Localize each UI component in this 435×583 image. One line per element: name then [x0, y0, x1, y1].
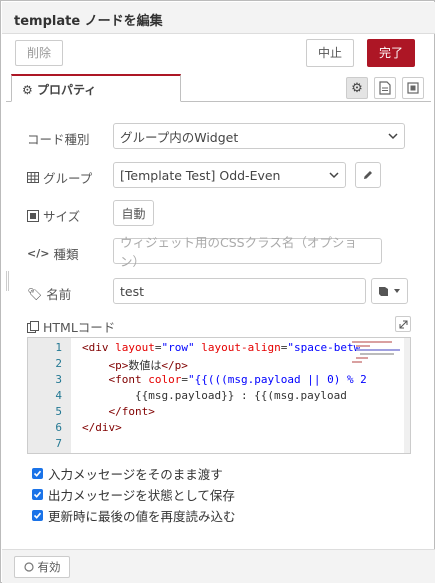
dialog-title: template ノードを編集: [14, 14, 163, 29]
delete-button[interactable]: 削除: [15, 40, 63, 66]
line-number: 3: [55, 373, 62, 386]
pencil-icon: [364, 171, 372, 179]
code-icon: </>: [27, 247, 50, 260]
editor-minimap[interactable]: [350, 338, 404, 453]
checkbox-checked[interactable]: [32, 489, 43, 500]
node-settings-tab-button[interactable]: ⚙: [346, 77, 368, 99]
line-number: 2: [55, 357, 62, 370]
edit-dialog: template ノードを編集 削除 中止 完了 ⚙ プロパティ ⚙ コード種別…: [0, 0, 435, 583]
dialog-titlebar: template ノードを編集: [2, 2, 435, 34]
code-line: <div layout="row" layout-align="space-be…: [82, 341, 361, 354]
edit-group-button[interactable]: [355, 162, 381, 188]
group-select[interactable]: [Template Test] Odd-Even: [113, 162, 346, 188]
checkbox-checked[interactable]: [32, 510, 43, 521]
check-icon: [33, 491, 42, 498]
appearance-icon: [407, 82, 419, 94]
code-line: </font>: [108, 405, 155, 418]
enable-toggle-button[interactable]: 有効: [14, 556, 70, 578]
document-icon: [379, 81, 391, 95]
expand-editor-button[interactable]: [395, 316, 411, 332]
tab-properties-label: プロパティ: [36, 83, 97, 97]
line-number: 4: [55, 389, 62, 402]
class-input[interactable]: ウィジェット用のCSSクラス名（オプション）: [113, 235, 382, 269]
code-type-select[interactable]: グループ内のWidget: [113, 123, 405, 149]
check-icon: [33, 470, 42, 477]
resize-icon: [27, 209, 39, 222]
name-menu-button[interactable]: [371, 278, 408, 304]
done-button[interactable]: 完了: [367, 39, 415, 67]
code-line: </div>: [82, 421, 122, 434]
code-line: {{msg.payload}} : {{(msg.payload: [82, 389, 347, 402]
chevron-down-icon: [329, 172, 339, 179]
name-input[interactable]: test: [113, 278, 366, 304]
expand-icon: [399, 320, 407, 328]
node-description-tab-button[interactable]: [374, 77, 396, 99]
code-line: <p>数値は</p>: [108, 359, 188, 372]
enable-label: 有効: [37, 560, 61, 574]
html-code-label: HTMLコード: [27, 317, 115, 336]
tab-properties[interactable]: ⚙ プロパティ: [11, 74, 181, 102]
table-icon: [27, 172, 39, 183]
pass-through-option[interactable]: 入力メッセージをそのまま渡す: [32, 464, 223, 483]
chevron-down-icon: [388, 133, 398, 140]
group-label: グループ: [27, 168, 92, 187]
resize-handle[interactable]: [6, 271, 9, 291]
code-line: <font color="{{(((msg.payload || 0) % 2: [108, 373, 367, 386]
size-auto-button[interactable]: 自動: [113, 200, 154, 226]
book-icon: [379, 286, 388, 296]
circle-icon: [23, 562, 34, 572]
code-type-label: コード種別: [27, 132, 90, 147]
tag-icon: 🏷: [27, 286, 43, 301]
line-number: 6: [55, 421, 62, 434]
name-label: 🏷 名前: [27, 286, 72, 303]
html-code-editor[interactable]: 1 2 3 4 5 6 7 <div layout="row" layout-a…: [27, 337, 411, 454]
node-appearance-tab-button[interactable]: [402, 77, 424, 99]
gear-icon: ⚙: [351, 80, 363, 96]
dialog-footer: 有効: [2, 549, 435, 583]
reload-last-option[interactable]: 更新時に最後の値を再度読み込む: [32, 506, 236, 525]
cancel-button[interactable]: 中止: [306, 39, 354, 67]
line-number: 7: [55, 437, 62, 450]
line-number: 1: [55, 341, 62, 354]
caret-down-icon: [394, 289, 400, 293]
gear-icon: ⚙: [22, 83, 33, 97]
editor-scrollbar[interactable]: [404, 338, 410, 453]
class-label: </> 種類: [27, 247, 79, 262]
store-state-option[interactable]: 出力メッセージを状態として保存: [32, 485, 235, 504]
check-icon: [33, 512, 42, 519]
line-number: 5: [55, 405, 62, 418]
copy-icon: [27, 320, 39, 333]
checkbox-checked[interactable]: [32, 468, 43, 479]
size-label: サイズ: [27, 206, 80, 225]
